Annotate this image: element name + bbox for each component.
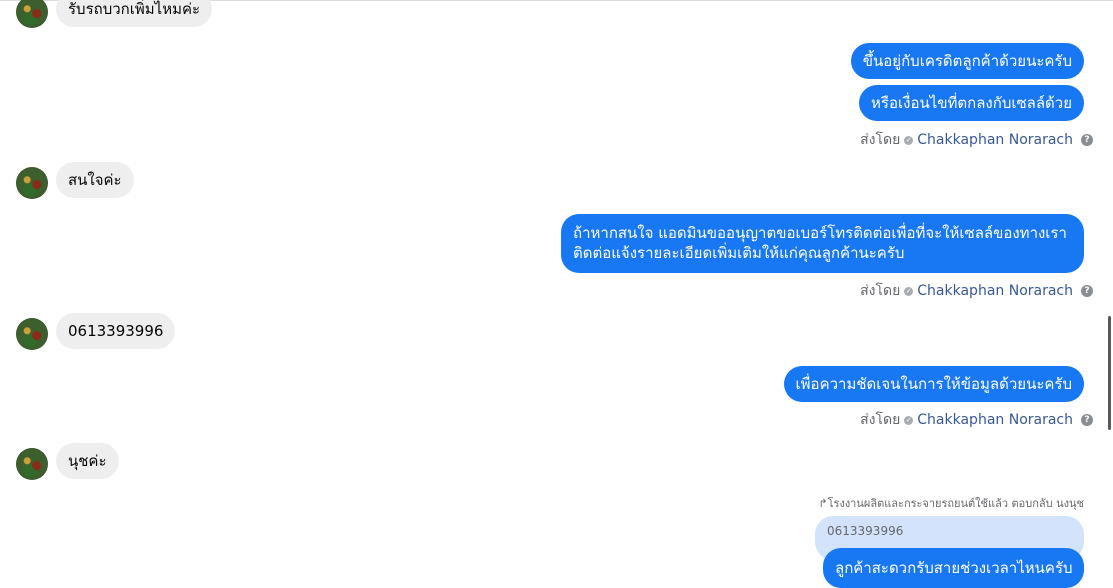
help-circle-icon[interactable]: ? [1081,285,1093,297]
outgoing-message[interactable]: หรือเงื่อนไขที่ตกลงกับเซลล์ด้วย [859,85,1084,121]
sent-by-line: ส่งโดย ✓ Chakkaphan Norarach ? [860,129,1093,151]
incoming-message[interactable]: นุชค่ะ [56,443,119,479]
sent-by-line: ส่งโดย ✓ Chakkaphan Norarach ? [860,409,1093,431]
sender-name[interactable]: Chakkaphan Norarach [917,283,1073,299]
contact-avatar[interactable] [16,318,48,350]
reply-arrow-icon: ↱ [818,497,828,510]
outgoing-message[interactable]: เพื่อความชัดเจนในการให้ข้อมูลด้วยนะครับ [783,366,1084,402]
reply-note: ↱โรงงานผลิตและกระจายรถยนต์ใช้แล้ว ตอบกลั… [818,497,1084,510]
sent-by-label: ส่งโดย [860,283,901,299]
contact-avatar[interactable] [16,167,48,199]
incoming-message[interactable]: 0613393996 [56,313,176,349]
verified-check-icon: ✓ [904,286,914,296]
sender-name[interactable]: Chakkaphan Norarach [917,132,1073,148]
help-circle-icon[interactable]: ? [1081,414,1093,426]
contact-avatar[interactable] [16,448,48,480]
sender-name[interactable]: Chakkaphan Norarach [917,412,1073,428]
sent-by-label: ส่งโดย [860,132,901,148]
message-line: ถ้าหากสนใจ แอดมินขออนุญาตขอเบอร์โทรติดต่… [573,224,1067,242]
sent-by-label: ส่งโดย [860,412,901,428]
contact-avatar[interactable] [16,0,48,28]
outgoing-message[interactable]: ถ้าหากสนใจ แอดมินขออนุญาตขอเบอร์โทรติดต่… [561,214,1084,273]
incoming-message[interactable]: สนใจค่ะ [56,162,134,198]
help-circle-icon[interactable]: ? [1081,134,1093,146]
sent-by-line: ส่งโดย ✓ Chakkaphan Norarach ? [860,280,1093,302]
outgoing-message[interactable]: ลูกค้าสะดวกรับสายช่วงเวลาไหนครับ [823,548,1084,588]
message-line: ติดต่อแจ้งรายละเอียดเพิ่มเติมให้แก่คุณลู… [573,244,905,262]
scrollbar-thumb[interactable] [1108,316,1111,430]
verified-check-icon: ✓ [904,135,914,145]
verified-check-icon: ✓ [904,415,914,425]
incoming-message[interactable]: รับรถบวกเพิ่มไหมค่ะ [56,0,213,27]
outgoing-message[interactable]: ขึ้นอยู่กับเครดิตลูกค้าด้วยนะครับ [850,43,1084,79]
